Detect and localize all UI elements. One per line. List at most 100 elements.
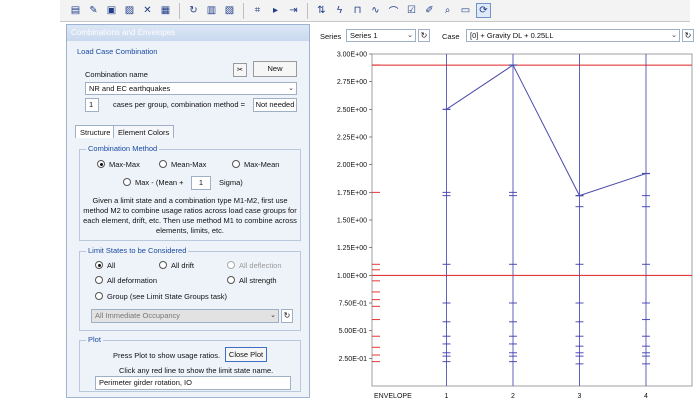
wave-button[interactable]: ∿: [368, 3, 383, 18]
save-button[interactable]: ▣: [104, 3, 119, 18]
play-icon: ▸: [272, 5, 279, 16]
refresh-icon: ↻: [684, 31, 692, 40]
radio-all-deflection[interactable]: [227, 261, 235, 269]
radio-max-max[interactable]: [97, 160, 105, 168]
tab-strip: Structure Element Colors: [75, 125, 305, 139]
edit-chart-icon: ✐: [425, 5, 434, 16]
selected-limit-state-field[interactable]: Perimeter girder rotation, IO: [95, 376, 291, 390]
refresh-button[interactable]: ↻: [186, 3, 201, 18]
radio-all-drift-label: All drift: [171, 261, 194, 270]
sort-icon: ⇅: [317, 5, 326, 16]
checklist-button[interactable]: ☑: [404, 3, 419, 18]
sort-button[interactable]: ⇅: [314, 3, 329, 18]
series-value: Series 1: [350, 31, 378, 40]
cut-button[interactable]: ✕: [140, 3, 155, 18]
cases-per-group-label: cases per group, combination method =: [113, 100, 245, 109]
bolt-button[interactable]: ϟ: [332, 3, 347, 18]
plot-instruction: Press Plot to show usage ratios.: [113, 351, 221, 360]
y-tick-label: 1.00E+00: [337, 273, 367, 280]
case-refresh-button[interactable]: ↻: [682, 29, 694, 42]
edit-button[interactable]: ✎: [86, 3, 101, 18]
radio-max-max-label: Max-Max: [109, 160, 140, 169]
refresh-icon: ↻: [283, 311, 291, 320]
case-select[interactable]: [0] + Gravity DL + 0.25LL ⌄: [466, 29, 680, 42]
layers-button[interactable]: ▤: [68, 3, 83, 18]
y-tick-label: 3.00E+00: [337, 52, 367, 59]
chevron-down-icon: ⌄: [671, 32, 677, 39]
radio-all-strength[interactable]: [227, 276, 235, 284]
new-button[interactable]: New: [253, 61, 297, 77]
cases-per-group-field[interactable]: 1: [85, 98, 99, 112]
label-button[interactable]: ▭: [458, 3, 473, 18]
y-tick-label: 2.50E-01: [339, 356, 368, 363]
series-label: Series: [320, 32, 342, 41]
radio-group-label: Group (see Limit State Groups task): [107, 292, 228, 301]
step-button[interactable]: ⇥: [286, 3, 301, 18]
bridge-icon: ⌒: [388, 7, 399, 18]
pin-button[interactable]: ✂: [233, 63, 247, 77]
radio-mean-max-label: Mean-Max: [171, 160, 207, 169]
checklist-icon: ☑: [407, 5, 416, 16]
play-button[interactable]: ▸: [268, 3, 283, 18]
edit-chart-button[interactable]: ✐: [422, 3, 437, 18]
sigma-field[interactable]: 1: [191, 176, 211, 190]
close-plot-button[interactable]: Close Plot: [225, 347, 267, 362]
radio-mean-max[interactable]: [159, 160, 167, 168]
chart-area: Series Series 1 ⌄ ↻ Case [0] + Gravity D…: [314, 24, 698, 398]
refresh-group-button[interactable]: ↻: [281, 309, 293, 323]
max-mean-sigma-suffix: Sigma): [219, 178, 243, 187]
radio-all[interactable]: [95, 261, 103, 269]
save-as-button[interactable]: ▨: [122, 3, 137, 18]
chevron-down-icon: ⌄: [407, 32, 413, 39]
chart-button[interactable]: ▧: [222, 3, 237, 18]
radio-max-mean[interactable]: [232, 160, 240, 168]
frame-button[interactable]: ⊓: [350, 3, 365, 18]
structure-button[interactable]: ⌗: [250, 3, 265, 18]
load-case-combination-label: Load Case Combination: [77, 47, 158, 56]
zoom-button[interactable]: ⌕: [440, 3, 455, 18]
chevron-down-icon: ⌄: [288, 85, 294, 92]
case-label: Case: [442, 32, 460, 41]
y-tick-label: 2.25E+00: [337, 135, 367, 142]
plot-hint: Click any red line to show the limit sta…: [119, 366, 274, 375]
max-mean-sigma-prefix: Max - (Mean +: [135, 178, 184, 187]
series-refresh-button[interactable]: ↻: [418, 29, 430, 42]
report-icon: ▥: [206, 5, 217, 16]
series-select[interactable]: Series 1 ⌄: [346, 29, 416, 42]
cut-icon: ✕: [143, 5, 152, 16]
spin-icon: ⟳: [479, 5, 488, 16]
y-tick-label: 1.50E+00: [337, 218, 367, 225]
bolt-icon: ϟ: [336, 5, 343, 16]
tab-structure[interactable]: Structure: [75, 125, 116, 138]
radio-group[interactable]: [95, 292, 103, 300]
combination-name-value: NR and EC earthquakes: [89, 84, 171, 93]
radio-max-mean-sigma[interactable]: [123, 178, 131, 186]
x-tick-label: 2: [511, 393, 515, 398]
chevron-down-icon: ⌄: [270, 312, 276, 319]
description-line: each element, drift, etc. Then use metho…: [83, 216, 297, 225]
table-button[interactable]: ▦: [158, 3, 173, 18]
limit-state-group-value: All Immediate Occupancy: [95, 311, 181, 320]
description-line: elements, limits, etc.: [156, 226, 224, 235]
structure-icon: ⌗: [254, 5, 261, 16]
radio-max-mean-label: Max-Mean: [244, 160, 280, 169]
x-tick-label: 1: [445, 393, 449, 398]
report-button[interactable]: ▥: [204, 3, 219, 18]
radio-all-deformation[interactable]: [95, 276, 103, 284]
save-icon: ▣: [106, 5, 117, 16]
limit-state-group-select[interactable]: All Immediate Occupancy ⌄: [91, 309, 279, 323]
x-tick-label: ENVELOPE: [374, 393, 412, 398]
tab-element-colors[interactable]: Element Colors: [113, 125, 175, 138]
radio-all-deflection-label: All deflection: [239, 261, 282, 270]
spin-button[interactable]: ⟳: [476, 3, 491, 18]
toolbar-separator: [307, 2, 308, 19]
toolbar-separator: [179, 2, 180, 19]
panel-title-text: Combinations and Envelopes: [71, 28, 176, 37]
combination-name-select[interactable]: NR and EC earthquakes ⌄: [85, 82, 297, 95]
y-tick-label: 7.50E-01: [339, 301, 368, 308]
combination-name-label: Combination name: [85, 70, 148, 79]
bridge-button[interactable]: ⌒: [386, 3, 401, 18]
pin-icon: ✂: [236, 65, 244, 74]
radio-all-strength-label: All strength: [239, 276, 277, 285]
radio-all-drift[interactable]: [159, 261, 167, 269]
